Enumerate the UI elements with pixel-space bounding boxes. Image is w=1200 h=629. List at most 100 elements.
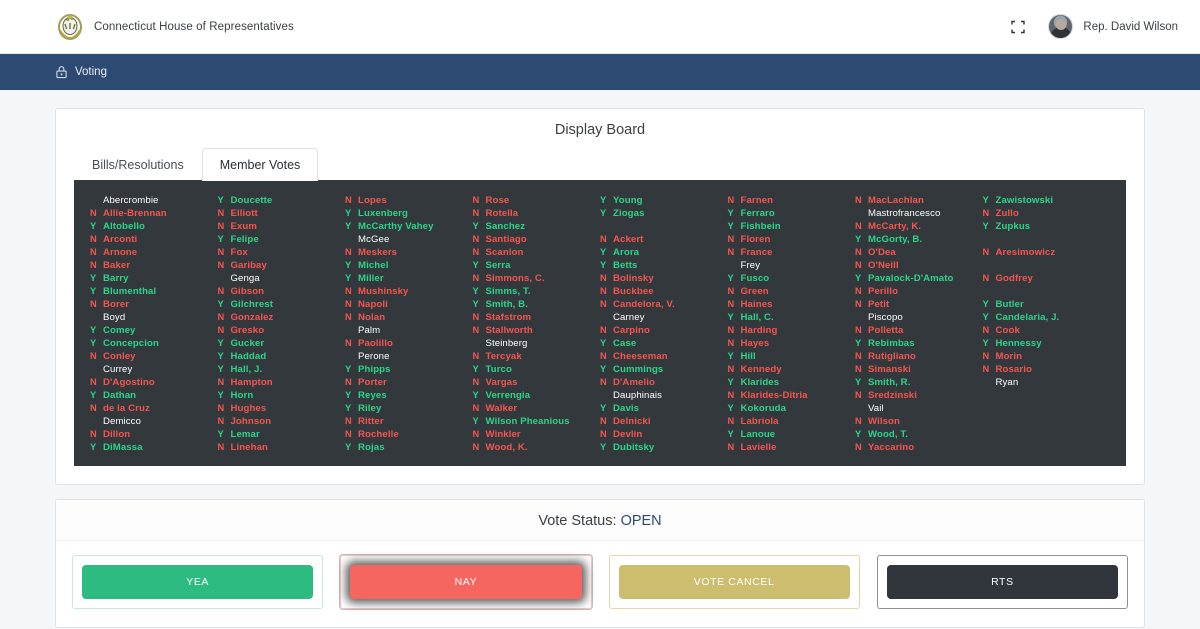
member-name: O'Neill: [868, 260, 899, 271]
member-row: N Carpino: [600, 324, 728, 337]
rts-button[interactable]: RTS: [886, 565, 1118, 599]
member-row: N D'Agostino: [90, 376, 218, 389]
member-name: Haines: [740, 299, 773, 310]
member-vote: Y: [727, 351, 734, 361]
member-row: Y Ferraro: [728, 207, 856, 220]
expand-fullscreen-icon[interactable]: [1010, 19, 1026, 35]
member-vote: N: [472, 442, 480, 452]
member-row: Frey: [728, 259, 856, 272]
member-vote: Y: [727, 312, 734, 322]
member-vote: Y: [217, 429, 224, 439]
member-row: Y Betts: [600, 259, 728, 272]
nav-item-voting[interactable]: Voting: [55, 65, 107, 79]
member-name: Verrengia: [485, 390, 531, 401]
member-name: Horn: [230, 390, 254, 401]
member-vote: Y: [982, 338, 989, 348]
member-row: Vail: [855, 402, 983, 415]
member-vote: N: [217, 247, 225, 257]
primary-nav: Voting: [0, 54, 1200, 90]
member-row: N Exum: [218, 220, 346, 233]
member-name: Paolillo: [358, 338, 393, 349]
member-name: Wood, T.: [868, 429, 909, 440]
member-row: N Conley: [90, 350, 218, 363]
member-vote: Y: [217, 195, 224, 205]
yea-button[interactable]: YEA: [82, 565, 314, 599]
member-name: Betts: [613, 260, 638, 271]
member-name: Hall, J.: [230, 364, 263, 375]
member-vote: Y: [600, 260, 607, 270]
member-row: Y Fishbein: [728, 220, 856, 233]
member-name: Mushinsky: [358, 286, 409, 297]
member-name: Lopes: [358, 195, 387, 206]
member-vote: Y: [600, 403, 607, 413]
member-vote: N: [217, 286, 225, 296]
member-row: N Bolinsky: [600, 272, 728, 285]
member-name: Dubitsky: [613, 442, 655, 453]
member-name: Lavielle: [740, 442, 777, 453]
member-row: N Meskers: [345, 246, 473, 259]
member-name: Sredzinski: [868, 390, 917, 401]
member-vote: N: [90, 403, 97, 413]
member-name: Haddad: [230, 351, 267, 362]
member-vote: Y: [855, 429, 862, 439]
member-vote: Y: [600, 247, 607, 257]
member-name: France: [740, 247, 773, 258]
member-name: Yaccarino: [868, 442, 915, 453]
member-name: Candelora, V.: [613, 299, 675, 310]
member-vote: N: [600, 377, 607, 387]
member-row: Y Wood, T.: [855, 428, 983, 441]
member-name: Meskers: [358, 247, 398, 258]
cancel-button[interactable]: VOTE CANCEL: [618, 565, 850, 599]
member-row: N D'Amelio: [600, 376, 728, 389]
member-row: N Borer: [90, 298, 218, 311]
member-vote: N: [855, 364, 862, 374]
member-vote: Y: [90, 390, 97, 400]
member-name: Gucker: [230, 338, 265, 349]
member-vote: N: [600, 234, 607, 244]
member-name: Conley: [103, 351, 136, 362]
member-row: Y Klarides: [728, 376, 856, 389]
tab-bills-resolutions[interactable]: Bills/Resolutions: [74, 148, 202, 181]
member-vote: N: [90, 377, 97, 387]
member-name: Miller: [358, 273, 384, 284]
member-name: Davis: [613, 403, 640, 414]
member-row: N Paolillo: [345, 337, 473, 350]
member-name: Butler: [995, 299, 1024, 310]
member-vote: N: [345, 416, 352, 426]
member-row: N Haines: [728, 298, 856, 311]
member-name: Linehan: [230, 442, 268, 453]
member-name: D'Agostino: [103, 377, 155, 388]
member-row: N Stafstrom: [473, 311, 601, 324]
member-row: N Fox: [218, 246, 346, 259]
member-vote: N: [90, 351, 97, 361]
member-row: N Santiago: [473, 233, 601, 246]
member-row: Y Lemar: [218, 428, 346, 441]
member-row: Y Turco: [473, 363, 601, 376]
member-vote: N: [600, 429, 607, 439]
member-name: de la Cruz: [103, 403, 150, 414]
member-vote: Y: [472, 286, 479, 296]
member-vote: Y: [217, 234, 224, 244]
user-menu[interactable]: Rep. David Wilson: [1048, 14, 1178, 39]
member-row: N Ackert: [600, 233, 728, 246]
member-column: N Farnen Y Ferraro Y Fishbein N Floren N France Fr…: [728, 194, 856, 454]
member-vote: N: [600, 299, 607, 309]
member-name: Ritter: [358, 416, 384, 427]
member-name: Hill: [740, 351, 756, 362]
member-column: N Lopes Y Luxenberg Y McCarthy Vahey McGee N Mes…: [345, 194, 473, 454]
member-vote: N: [855, 351, 862, 361]
nay-button[interactable]: NAY: [350, 565, 582, 599]
tab-member-votes[interactable]: Member Votes: [201, 148, 319, 181]
header-actions: Rep. David Wilson: [1010, 14, 1178, 39]
member-vote: Y: [855, 338, 862, 348]
member-row: Boyd: [90, 311, 218, 324]
member-vote: Y: [855, 234, 862, 244]
member-row: N Zullo: [983, 207, 1111, 220]
member-name: Ferraro: [740, 208, 775, 219]
member-name: Bolinsky: [613, 273, 654, 284]
member-row: Y Blumenthal: [90, 285, 218, 298]
member-vote: N: [727, 442, 735, 452]
member-row: Y Felipe: [218, 233, 346, 246]
member-vote: N: [472, 247, 480, 257]
member-row: Y Kokoruda: [728, 402, 856, 415]
